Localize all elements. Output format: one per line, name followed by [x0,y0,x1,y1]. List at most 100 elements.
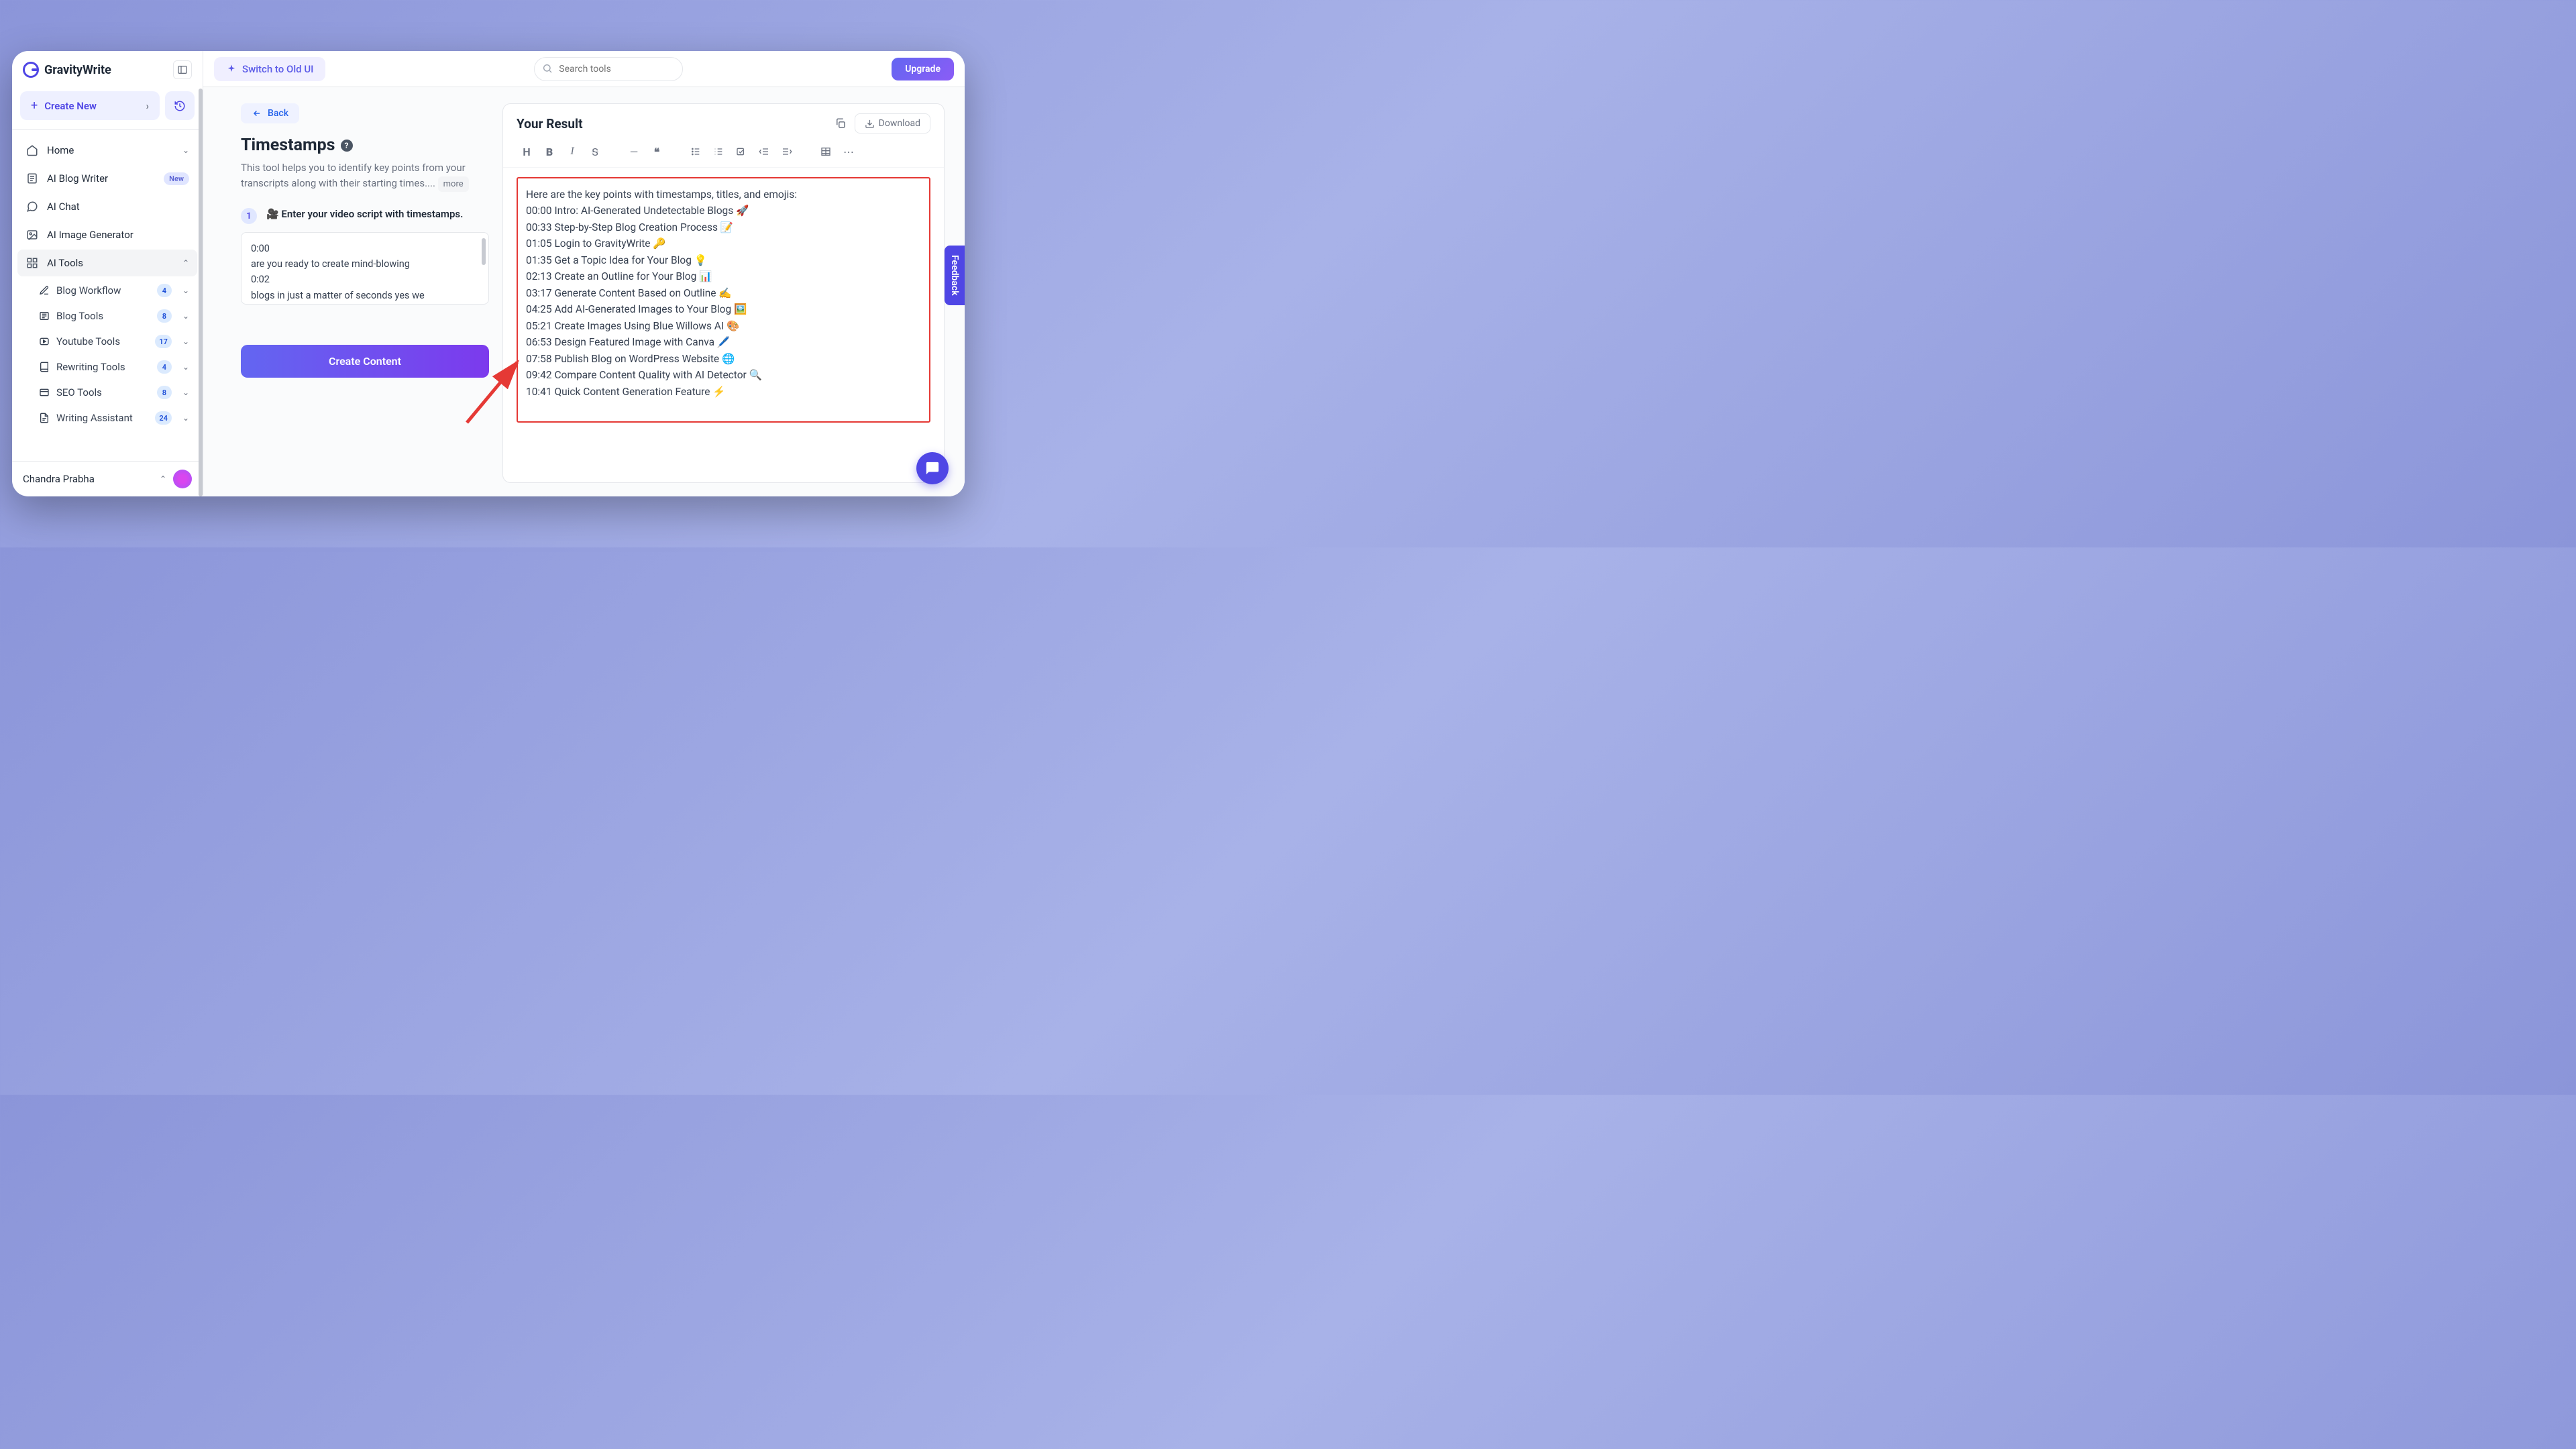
grid-icon [25,256,39,270]
sidebar-scrollbar[interactable] [199,89,203,496]
news-icon [39,311,50,321]
nav-label: Home [47,144,74,156]
file-icon [39,413,50,423]
sub-label: SEO Tools [56,386,102,398]
nav-list: Home ⌄ AI Blog Writer New AI Chat AI Ima… [12,130,203,461]
bullet-list-button[interactable] [686,143,706,160]
count-badge: 8 [157,309,172,323]
sub-item-writing-assistant[interactable]: Writing Assistant 24 ⌄ [31,405,197,431]
brand-name: GravityWrite [44,63,168,77]
play-icon [39,336,50,347]
textarea-scrollbar[interactable] [482,238,486,265]
result-line: 05:21 Create Images Using Blue Willows A… [526,318,921,334]
create-new-button[interactable]: + Create New › [20,91,160,120]
sub-label: Blog Workflow [56,284,121,297]
sidebar-collapse-button[interactable] [173,60,192,79]
copy-icon [835,117,847,129]
outdent-button[interactable] [754,143,774,160]
result-line: 10:41 Quick Content Generation Feature ⚡ [526,384,921,400]
nav-item-image-gen[interactable]: AI Image Generator [17,221,197,248]
chevron-down-icon: ⌄ [182,311,189,321]
download-button[interactable]: Download [855,113,930,133]
history-icon [174,100,186,112]
copy-button[interactable] [835,117,847,129]
result-line: 04:25 Add AI-Generated Images to Your Bl… [526,301,921,317]
sidebar: GravityWrite + Create New › Home ⌄ [12,51,203,496]
badge-new: New [164,172,189,185]
result-highlight: Here are the key points with timestamps,… [517,177,930,423]
sub-label: Blog Tools [56,310,103,322]
upgrade-button[interactable]: Upgrade [892,58,954,80]
nav-item-chat[interactable]: AI Chat [17,193,197,220]
nav-item-blog-writer[interactable]: AI Blog Writer New [17,165,197,192]
image-icon [25,228,39,241]
chat-bubble-button[interactable] [916,452,949,484]
number-list-button[interactable] [708,143,729,160]
feedback-tab[interactable]: Feedback [945,246,965,305]
result-line: 02:13 Create an Outline for Your Blog 📊 [526,268,921,284]
script-line: 0:02 [251,272,479,287]
sub-item-rewriting-tools[interactable]: Rewriting Tools 4 ⌄ [31,354,197,380]
info-icon[interactable]: ? [341,140,353,152]
home-icon [25,144,39,157]
chevron-up-icon: ⌃ [182,258,189,268]
nav-item-ai-tools[interactable]: AI Tools ⌃ [17,250,197,276]
sub-label: Writing Assistant [56,412,133,424]
brand-row: GravityWrite [12,51,203,86]
avatar [173,470,192,488]
sub-item-blog-tools[interactable]: Blog Tools 8 ⌄ [31,303,197,329]
tool-title-row: Timestamps ? [241,136,489,155]
step-number: 1 [241,208,257,224]
panel-icon [177,64,188,75]
back-button[interactable]: Back [241,103,299,123]
back-label: Back [268,108,288,119]
search-wrapper [534,57,683,81]
sub-item-youtube-tools[interactable]: Youtube Tools 17 ⌄ [31,329,197,354]
brand-logo-icon [23,62,39,78]
nav-item-home[interactable]: Home ⌄ [17,137,197,164]
result-title: Your Result [517,116,826,131]
more-button[interactable]: ⋯ [839,143,859,160]
heading-button[interactable]: H [517,143,537,160]
bold-button[interactable]: B [539,143,559,160]
download-label: Download [879,118,920,129]
content-area: Back Timestamps ? This tool helps you to… [203,87,965,496]
result-line: 03:17 Generate Content Based on Outline … [526,285,921,301]
checklist-button[interactable] [731,143,751,160]
chevron-up-icon: ⌃ [160,474,166,484]
result-line: 07:58 Publish Blog on WordPress Website … [526,351,921,367]
sub-item-blog-workflow[interactable]: Blog Workflow 4 ⌄ [31,278,197,303]
create-content-button[interactable]: Create Content [241,345,489,378]
search-input[interactable] [534,57,683,81]
switch-ui-button[interactable]: Switch to Old UI [214,57,325,81]
result-line: 01:05 Login to GravityWrite 🔑 [526,235,921,252]
hr-button[interactable]: — [624,143,644,160]
plus-icon: + [31,99,38,113]
switch-label: Switch to Old UI [242,63,313,75]
user-row[interactable]: Chandra Prabha ⌃ [12,461,203,496]
result-line: 09:42 Compare Content Quality with AI De… [526,367,921,383]
script-textarea[interactable]: 0:00 are you ready to create mind-blowin… [241,232,489,305]
tool-description: This tool helps you to identify key poin… [241,160,489,192]
sub-item-seo-tools[interactable]: SEO Tools 8 ⌄ [31,380,197,405]
quote-button[interactable]: ❝ [647,143,667,160]
chevron-down-icon: ⌄ [182,146,189,155]
history-button[interactable] [165,91,195,120]
indent-button[interactable] [777,143,797,160]
chevron-down-icon: ⌄ [182,362,189,372]
strike-button[interactable]: S [585,143,605,160]
table-button[interactable] [816,143,836,160]
result-line: 00:00 Intro: AI-Generated Undetectable B… [526,203,921,219]
user-name: Chandra Prabha [23,473,153,485]
more-link[interactable]: more [438,176,469,193]
chevron-down-icon: ⌄ [182,388,189,397]
step-header: 1 🎥 Enter your video script with timesta… [241,208,489,224]
result-line: 00:33 Step-by-Step Blog Creation Process… [526,219,921,235]
result-header: Your Result Download [503,104,944,140]
script-line: are you ready to create mind-blowing [251,256,479,272]
tool-title: Timestamps [241,136,335,155]
ai-tools-sublist: Blog Workflow 4 ⌄ Blog Tools 8 ⌄ Youtube… [17,278,197,431]
italic-button[interactable]: I [562,143,582,160]
tool-input-column: Back Timestamps ? This tool helps you to… [241,103,489,483]
chat-icon [25,200,39,213]
